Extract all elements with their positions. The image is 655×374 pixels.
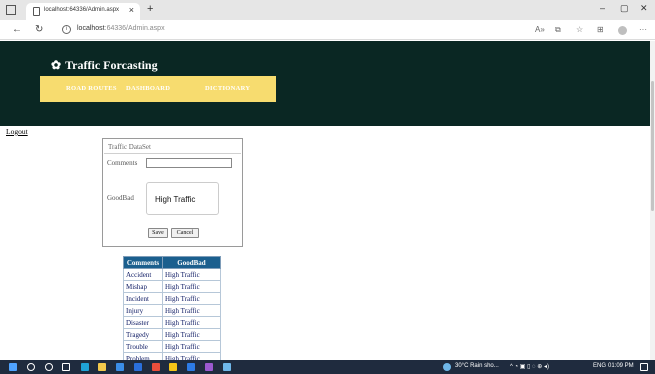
url-field[interactable]: localhost:64336/Admin.aspx [77, 25, 165, 32]
tab-close-icon[interactable]: × [129, 5, 134, 15]
window-menu-icon[interactable] [6, 5, 16, 15]
read-aloud-icon[interactable]: A» [535, 25, 545, 34]
form-title: Traffic DataSet [108, 143, 151, 151]
table-row: Incident High Traffic [123, 292, 221, 305]
notifications-icon[interactable] [640, 363, 648, 371]
url-path: :64336/Admin.aspx [104, 25, 165, 32]
weather-text[interactable]: 30°C Rain sho... [455, 363, 499, 369]
search-icon[interactable] [27, 363, 35, 371]
column-header-comments: Comments [123, 256, 163, 269]
start-icon[interactable] [9, 363, 17, 371]
page-scrollbar[interactable] [650, 41, 655, 360]
table-row: Tragedy High Traffic [123, 328, 221, 341]
visual-studio-icon[interactable] [205, 363, 213, 371]
goodbad-select[interactable]: High Traffic [146, 182, 219, 215]
cell-goodbad: High Traffic [162, 280, 221, 293]
refresh-icon[interactable]: ↻ [35, 24, 43, 35]
profile-icon[interactable] [618, 26, 627, 35]
back-icon[interactable]: ← [12, 24, 22, 35]
more-icon[interactable]: ··· [639, 25, 647, 34]
cell-goodbad: High Traffic [162, 292, 221, 305]
language-indicator[interactable]: ENG [593, 363, 606, 369]
site-header: ✿ Traffic Forcasting ROAD ROUTES DASHBOAR… [0, 41, 650, 126]
cell-goodbad: High Traffic [162, 304, 221, 317]
store-icon[interactable] [116, 363, 124, 371]
comments-label: Comments [107, 159, 138, 167]
goodbad-value: High Traffic [155, 195, 196, 204]
cell-goodbad: High Traffic [162, 268, 221, 281]
menu-item-dictionary[interactable]: DICTIONARY [205, 85, 250, 92]
maximize-icon[interactable]: ▢ [620, 3, 629, 14]
browser-tab-bar: localhost:64336/Admin.aspx × + – ▢ ✕ [0, 0, 655, 20]
comments-input[interactable] [146, 158, 232, 168]
gear-icon: ✿ [51, 58, 62, 72]
save-button[interactable]: Save [148, 228, 168, 238]
file-explorer-icon[interactable] [98, 363, 106, 371]
goodbad-label: GoodBad [107, 194, 134, 202]
edge-icon[interactable] [81, 363, 89, 371]
close-window-icon[interactable]: ✕ [640, 3, 648, 14]
cell-comment: Incident [123, 292, 163, 305]
minimize-icon[interactable]: – [600, 3, 605, 13]
task-view-icon[interactable] [62, 363, 70, 371]
scrollbar-thumb[interactable] [651, 81, 654, 211]
cell-goodbad: High Traffic [162, 328, 221, 341]
url-host: localhost [77, 25, 105, 32]
notepad-icon[interactable] [223, 363, 231, 371]
cancel-button[interactable]: Cancel [171, 228, 199, 238]
table-header-row: Comments GoodBad [123, 256, 221, 269]
brand-title: Traffic Forcasting [65, 58, 158, 72]
table-row: Disaster High Traffic [123, 316, 221, 329]
dataset-table: Comments GoodBad Accident High Traffic Mi… [123, 256, 221, 365]
cell-comment: Trouble [123, 340, 163, 353]
mail-icon[interactable] [134, 363, 142, 371]
app-icon[interactable] [169, 363, 177, 371]
extensions-icon[interactable]: ⧉ [555, 25, 561, 35]
collections-icon[interactable]: ⊞ [597, 25, 604, 34]
cell-comment: Mishap [123, 280, 163, 293]
table-row: Accident High Traffic [123, 268, 221, 281]
cell-comment: Tragedy [123, 328, 163, 341]
clock[interactable]: 01:09 PM [608, 363, 634, 369]
chrome-icon[interactable] [152, 363, 160, 371]
brand: ✿ Traffic Forcasting [51, 58, 158, 73]
cell-comment: Disaster [123, 316, 163, 329]
menu-item-dashboard[interactable]: DASHBOARD [126, 85, 170, 92]
info-icon[interactable]: i [62, 25, 71, 34]
column-header-goodbad: GoodBad [162, 256, 221, 269]
cell-comment: Accident [123, 268, 163, 281]
new-tab-button[interactable]: + [147, 3, 153, 15]
browser-tab[interactable]: localhost:64336/Admin.aspx × [26, 3, 140, 20]
weather-icon[interactable] [443, 363, 451, 371]
tray-icons[interactable]: ^ ◔ ▣ ▯ ◌ ⊕ ◂) [510, 363, 549, 370]
table-row: Trouble High Traffic [123, 340, 221, 353]
divider [104, 153, 241, 154]
menu-item-road-routes[interactable]: ROAD ROUTES [66, 85, 117, 92]
cell-goodbad: High Traffic [162, 340, 221, 353]
cell-comment: Injury [123, 304, 163, 317]
outlook-icon[interactable] [187, 363, 195, 371]
address-bar: ← ↻ i localhost:64336/Admin.aspx A» ⧉ ☆ … [0, 20, 655, 40]
cortana-icon[interactable] [45, 363, 53, 371]
cell-goodbad: High Traffic [162, 316, 221, 329]
traffic-dataset-form: Traffic DataSet Comments GoodBad High Tr… [102, 138, 243, 247]
table-row: Injury High Traffic [123, 304, 221, 317]
logout-link[interactable]: Logout [6, 127, 28, 136]
main-menu: ROAD ROUTES DASHBOARD DICTIONARY [40, 76, 276, 102]
tab-title: localhost:64336/Admin.aspx [44, 7, 120, 13]
page-icon [33, 7, 40, 16]
favorites-icon[interactable]: ☆ [576, 25, 583, 34]
taskbar: 30°C Rain sho... ^ ◔ ▣ ▯ ◌ ⊕ ◂) ENG 01:0… [0, 360, 655, 374]
table-row: Mishap High Traffic [123, 280, 221, 293]
